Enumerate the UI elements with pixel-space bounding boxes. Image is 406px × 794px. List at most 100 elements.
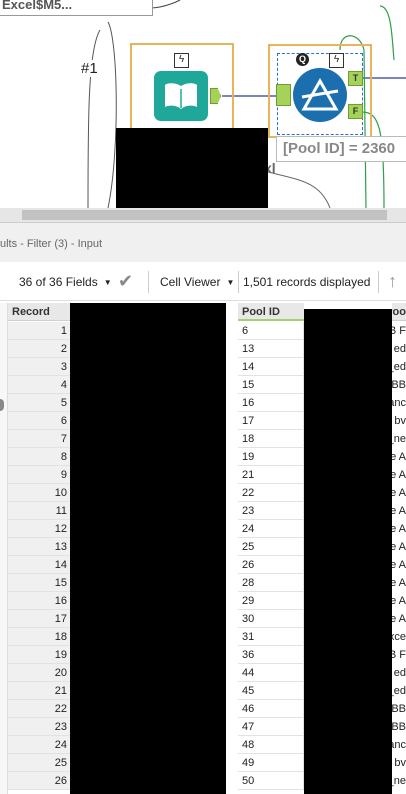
pool-name-cell[interactable]: ed: [392, 340, 406, 358]
pool-name-cell[interactable]: B F: [392, 646, 406, 664]
cell-viewer-dropdown[interactable]: Cell Viewer ▼: [160, 275, 234, 289]
pool-id-cell[interactable]: 19: [238, 448, 304, 466]
pool-id-cell[interactable]: 16: [238, 394, 304, 412]
record-cell[interactable]: 12: [8, 520, 70, 538]
record-cell[interactable]: 18: [8, 628, 70, 646]
pool-id-cell[interactable]: 22: [238, 484, 304, 502]
record-cell[interactable]: 24: [8, 736, 70, 754]
pool-name-cell[interactable]: BB: [392, 376, 406, 394]
pool-id-cell[interactable]: 36: [238, 646, 304, 664]
workflow-canvas[interactable]: Excel$M5... #1 ϟ Q ϟ T F [Pool ID] = 236…: [0, 0, 406, 208]
pool-name-cell[interactable]: anc: [392, 736, 406, 754]
pool-name-cell[interactable]: xce: [392, 628, 406, 646]
pool-id-cell[interactable]: 44: [238, 664, 304, 682]
pool-id-cell[interactable]: 17: [238, 412, 304, 430]
redacted-region: [304, 309, 392, 794]
record-cell[interactable]: 5: [8, 394, 70, 412]
record-cell[interactable]: 16: [8, 592, 70, 610]
record-cell[interactable]: 3: [8, 358, 70, 376]
pool-id-cell[interactable]: 24: [238, 520, 304, 538]
pool-name-cell[interactable]: e A: [392, 484, 406, 502]
record-cell[interactable]: 17: [8, 610, 70, 628]
record-cell[interactable]: 21: [8, 682, 70, 700]
pool-id-cell[interactable]: 46: [238, 700, 304, 718]
pool-name-cell[interactable]: e A: [392, 556, 406, 574]
pool-id-cell[interactable]: 21: [238, 466, 304, 484]
record-cell[interactable]: 8: [8, 448, 70, 466]
pool-name-cell[interactable]: ne_: [392, 430, 406, 448]
column-header-pool-id[interactable]: Pool ID: [238, 303, 304, 321]
container-label: #1: [79, 60, 100, 77]
fields-selector[interactable]: 36 of 36 Fields ▼: [19, 275, 112, 289]
pool-name-cell[interactable]: B F: [392, 322, 406, 340]
arrow-up-icon[interactable]: ↑: [388, 271, 397, 292]
pool-id-cell[interactable]: 18: [238, 430, 304, 448]
pool-id-cell[interactable]: 30: [238, 610, 304, 628]
record-cell[interactable]: 11: [8, 502, 70, 520]
filter-true-anchor[interactable]: T: [348, 71, 363, 86]
pool-name-cell[interactable]: bv: [392, 754, 406, 772]
pool-name-cell[interactable]: e A: [392, 610, 406, 628]
pool-name-cell[interactable]: bv: [392, 412, 406, 430]
pool-name-cell[interactable]: ed_: [392, 682, 406, 700]
pool-id-cell[interactable]: 14: [238, 358, 304, 376]
pool-id-cell[interactable]: 49: [238, 754, 304, 772]
record-cell[interactable]: 2: [8, 340, 70, 358]
pool-id-cell[interactable]: 50: [238, 772, 304, 790]
pool-id-cell[interactable]: 29: [238, 592, 304, 610]
pool-name-cell[interactable]: e A: [392, 520, 406, 538]
record-cell[interactable]: 4: [8, 376, 70, 394]
pool-id-cell[interactable]: 25: [238, 538, 304, 556]
pool-id-cell[interactable]: 15: [238, 376, 304, 394]
pool-name-cell[interactable]: e A: [392, 502, 406, 520]
pool-id-cell[interactable]: 23: [238, 502, 304, 520]
pool-name-cell[interactable]: e A: [392, 574, 406, 592]
pool-name-cell[interactable]: ne_: [392, 772, 406, 790]
record-cell[interactable]: 22: [8, 700, 70, 718]
pool-id-cell[interactable]: 28: [238, 574, 304, 592]
record-cell[interactable]: 14: [8, 556, 70, 574]
pool-id-cell[interactable]: 31: [238, 628, 304, 646]
filter-input-anchor[interactable]: [276, 84, 291, 106]
pool-id-cell[interactable]: 48: [238, 736, 304, 754]
column-header-record[interactable]: Record: [8, 303, 70, 321]
record-cell[interactable]: 7: [8, 430, 70, 448]
pool-name-cell[interactable]: e A: [392, 448, 406, 466]
record-cell[interactable]: 15: [8, 574, 70, 592]
pool-name-cell[interactable]: ed_: [392, 358, 406, 376]
record-cell[interactable]: 1: [8, 322, 70, 340]
record-cell[interactable]: 13: [8, 538, 70, 556]
record-cell[interactable]: 10: [8, 484, 70, 502]
toolbar-separator: [148, 271, 149, 293]
record-cell[interactable]: 25: [8, 754, 70, 772]
pool-id-cell[interactable]: 47: [238, 718, 304, 736]
canvas-horizontal-scrollbar[interactable]: [0, 208, 406, 222]
results-panel-title-bar: ults - Filter (3) - Input: [0, 222, 406, 263]
input-data-tool[interactable]: [154, 71, 208, 121]
pool-id-cell[interactable]: 13: [238, 340, 304, 358]
pool-id-cell[interactable]: 6: [238, 322, 304, 340]
pool-name-cell[interactable]: e A: [392, 466, 406, 484]
record-cell[interactable]: 23: [8, 718, 70, 736]
record-cell[interactable]: 19: [8, 646, 70, 664]
record-cell[interactable]: 20: [8, 664, 70, 682]
record-cell[interactable]: 6: [8, 412, 70, 430]
pool-id-cell[interactable]: 45: [238, 682, 304, 700]
scrollbar-thumb[interactable]: [22, 210, 387, 220]
pool-id-cell[interactable]: 26: [238, 556, 304, 574]
annotation-box[interactable]: Excel$M5...: [0, 0, 153, 16]
filter-tool[interactable]: [293, 68, 347, 122]
filter-false-anchor[interactable]: F: [348, 104, 363, 119]
results-grid[interactable]: Record Pool ID Poo 16B F213ed314ed_415BB…: [0, 303, 406, 794]
pool-name-cell[interactable]: e A: [392, 538, 406, 556]
record-cell[interactable]: 9: [8, 466, 70, 484]
pool-name-cell[interactable]: e A: [392, 592, 406, 610]
record-cell[interactable]: 26: [8, 772, 70, 790]
pool-name-cell[interactable]: BB: [392, 700, 406, 718]
pool-name-cell[interactable]: ed: [392, 664, 406, 682]
pool-name-cell[interactable]: anc: [392, 394, 406, 412]
column-header-pool-name[interactable]: Poo: [392, 303, 406, 321]
pool-name-cell[interactable]: BB: [392, 718, 406, 736]
q-badge: Q: [296, 53, 309, 66]
check-icon[interactable]: ✔: [118, 271, 133, 292]
